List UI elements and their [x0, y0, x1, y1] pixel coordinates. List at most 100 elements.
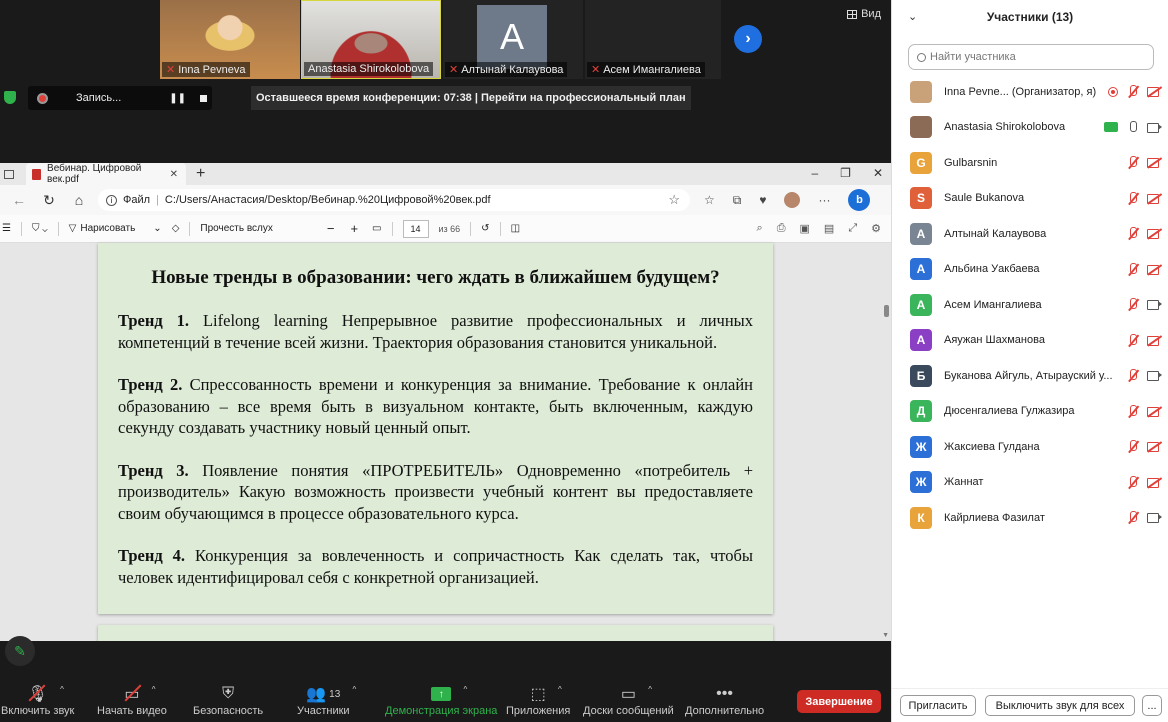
- search-input[interactable]: [930, 51, 1130, 63]
- participant-row[interactable]: S Saule Bukanova: [892, 181, 1168, 217]
- chevron-up-icon[interactable]: ^: [353, 685, 357, 694]
- pdf-viewport[interactable]: Новые тренды в образовании: чего ждать в…: [0, 243, 891, 641]
- participant-row[interactable]: А Аяужан Шахманова: [892, 323, 1168, 359]
- close-window-icon[interactable]: ✕: [873, 166, 883, 180]
- url-field[interactable]: i Файл | C:/Users/Анастасия/Desktop/Веби…: [98, 189, 690, 211]
- video-tile[interactable]: ✕ Inna Pevneva: [160, 0, 300, 79]
- pause-recording-icon[interactable]: ❚❚: [169, 93, 186, 104]
- zoom-in-icon[interactable]: +: [350, 221, 358, 236]
- participant-row[interactable]: К Кайрлиева Фазилат: [892, 500, 1168, 536]
- share-screen-button[interactable]: ↑ ^ Демонстрация экрана: [385, 683, 497, 717]
- next-page-arrow-icon[interactable]: ›: [734, 25, 762, 53]
- contents-icon[interactable]: ☰: [2, 223, 11, 234]
- print-icon[interactable]: ⎙: [777, 222, 786, 235]
- stop-recording-icon[interactable]: [200, 94, 208, 102]
- browser-tab[interactable]: Вебинар. Цифровой век.pdf ✕: [26, 163, 186, 185]
- participant-row[interactable]: Inna Pevne... (Организатор, я): [892, 74, 1168, 110]
- chevron-up-icon[interactable]: ^: [558, 685, 562, 694]
- new-tab-icon[interactable]: +: [196, 165, 205, 183]
- participant-row[interactable]: Ж Жаннат: [892, 465, 1168, 501]
- tab-actions-icon[interactable]: [4, 169, 14, 179]
- eraser-icon[interactable]: ◇: [172, 223, 180, 234]
- refresh-icon[interactable]: ↻: [38, 192, 60, 209]
- participant-row[interactable]: А Асем Имангалиева: [892, 287, 1168, 323]
- panel-more-button[interactable]: ...: [1142, 695, 1162, 716]
- meeting-area: ✕ Inna Pevneva Anastasia Shirokolobova A …: [0, 0, 891, 722]
- more-button[interactable]: ••• Дополнительно: [685, 683, 764, 717]
- end-meeting-button[interactable]: Завершение: [797, 690, 881, 713]
- participant-row[interactable]: Ж Жаксиева Гулдана: [892, 429, 1168, 465]
- participants-button[interactable]: 👥 13 ^ Участники: [297, 683, 356, 717]
- participant-name: Дюсенгалиева Гулжазира: [944, 405, 1075, 418]
- invite-button[interactable]: Пригласить: [900, 695, 976, 716]
- collections-icon[interactable]: ⧉: [733, 193, 742, 208]
- page-number-input[interactable]: 14: [402, 219, 429, 238]
- settings-icon[interactable]: ⚙: [871, 222, 881, 235]
- minimize-icon[interactable]: –: [811, 166, 818, 180]
- home-icon[interactable]: ⌂: [68, 192, 90, 208]
- apps-button[interactable]: ⬚ ^ Приложения: [506, 683, 570, 717]
- video-tile[interactable]: ✕ Асем Имангалиева: [585, 0, 721, 79]
- read-aloud-button[interactable]: Прочесть вслух: [200, 223, 272, 234]
- bing-icon[interactable]: b: [848, 189, 871, 211]
- rotate-icon[interactable]: ↺: [481, 223, 489, 234]
- fit-page-icon[interactable]: ▭: [372, 223, 381, 234]
- window-controls: – ❐ ✕: [811, 166, 883, 180]
- recording-icon: [1108, 86, 1118, 97]
- participant-row[interactable]: G Gulbarsnin: [892, 145, 1168, 181]
- scroll-down-icon[interactable]: ▼: [882, 632, 889, 639]
- highlight-icon[interactable]: ⛉ ⌄: [32, 223, 48, 234]
- unmute-button[interactable]: 🎙 ^ Включить звук: [1, 683, 74, 717]
- participant-row[interactable]: Д Дюсенгалиева Гулжазира: [892, 394, 1168, 430]
- security-button[interactable]: ⛨ Безопасность: [193, 683, 263, 717]
- panel-title: Участники (13): [986, 10, 1074, 24]
- share-screen-label: Демонстрация экрана: [385, 705, 498, 717]
- start-video-button[interactable]: ▭ ^ Начать видео: [97, 683, 167, 717]
- favorite-star-icon[interactable]: ☆: [668, 192, 680, 208]
- mute-all-button[interactable]: Выключить звук для всех: [985, 695, 1135, 716]
- back-icon[interactable]: ←: [8, 192, 30, 208]
- more-options-icon[interactable]: ···: [818, 193, 830, 207]
- participant-search[interactable]: [908, 44, 1154, 70]
- participant-row[interactable]: Б Буканова Айгуль, Атырауский у...: [892, 358, 1168, 394]
- participant-row[interactable]: А Альбина Уакбаева: [892, 252, 1168, 288]
- avatar: [910, 116, 932, 139]
- whiteboards-button[interactable]: ▭ ^ Доски сообщений: [583, 683, 674, 717]
- mic-off-icon: [1126, 191, 1139, 205]
- participant-row[interactable]: А Алтынай Калаувова: [892, 216, 1168, 252]
- chevron-up-icon[interactable]: ^: [463, 685, 467, 694]
- scrollbar[interactable]: ▼: [882, 243, 889, 641]
- pdf-file-icon: [32, 168, 42, 180]
- view-label: Вид: [861, 8, 881, 20]
- participant-status-icons: [1126, 191, 1162, 205]
- favorites-icon[interactable]: ☆: [704, 193, 715, 207]
- maximize-icon[interactable]: ❐: [840, 166, 851, 180]
- url-prefix: Файл: [123, 194, 151, 206]
- page-view-icon[interactable]: ◫: [511, 223, 520, 234]
- fullscreen-icon[interactable]: ⤢: [848, 222, 857, 235]
- participants-panel: ⌄ Участники (13) Inna Pevne... (Организа…: [891, 0, 1168, 722]
- zoom-out-icon[interactable]: −: [327, 221, 335, 236]
- info-icon[interactable]: i: [106, 194, 117, 206]
- search-icon[interactable]: ⌕: [757, 222, 763, 235]
- time-remaining-banner[interactable]: Оставшееся время конференции: 07:38 | Пе…: [251, 86, 691, 110]
- collapse-chevron-icon[interactable]: ⌄: [908, 10, 917, 23]
- scrollbar-thumb[interactable]: [884, 305, 889, 317]
- participant-row[interactable]: Anastasia Shirokolobova: [892, 110, 1168, 146]
- annotate-pencil-icon[interactable]: ✎: [5, 636, 35, 666]
- video-tile[interactable]: A ✕ Алтынай Калаувова: [443, 0, 583, 79]
- chevron-up-icon[interactable]: ^: [648, 685, 652, 694]
- save-icon[interactable]: ▣: [800, 222, 810, 235]
- chevron-up-icon[interactable]: ^: [60, 685, 64, 694]
- close-tab-icon[interactable]: ✕: [170, 169, 178, 180]
- save-as-icon[interactable]: ▤: [824, 222, 834, 235]
- profile-avatar[interactable]: [784, 192, 801, 208]
- participant-status-icons: [1126, 511, 1162, 524]
- draw-button[interactable]: ▽ Нарисовать ⌄: [69, 223, 162, 234]
- view-button[interactable]: Вид: [847, 8, 881, 20]
- video-tile-active-speaker[interactable]: Anastasia Shirokolobova: [301, 0, 441, 79]
- chevron-up-icon[interactable]: ^: [152, 685, 156, 694]
- extension-icon[interactable]: ♥: [759, 193, 766, 207]
- url-separator: |: [156, 194, 159, 206]
- participant-name: Аяужан Шахманова: [944, 334, 1045, 347]
